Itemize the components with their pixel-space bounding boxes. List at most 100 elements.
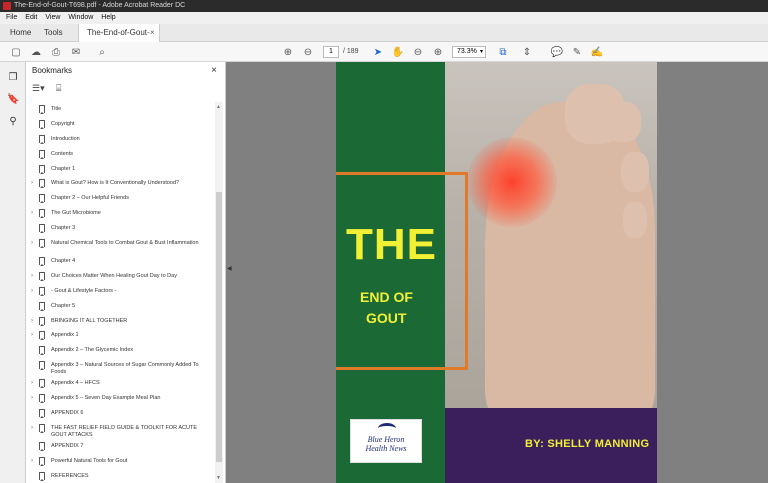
- bookmark-icon: [39, 239, 45, 249]
- zoom-level-select[interactable]: 73.3%: [452, 46, 486, 58]
- comment-icon[interactable]: 💬: [550, 45, 564, 59]
- bookmark-label: Title: [51, 106, 62, 112]
- search-icon[interactable]: ⌕: [95, 45, 109, 59]
- bookmark-icon[interactable]: 🔖: [7, 94, 19, 106]
- acrobat-app-icon: [3, 2, 11, 10]
- bookmark-item[interactable]: › BRINGING IT ALL TOGETHER: [26, 314, 214, 329]
- expand-chevron-icon[interactable]: ›: [31, 240, 33, 247]
- close-tab-icon[interactable]: ×: [150, 24, 155, 42]
- tab-home[interactable]: Home: [10, 24, 31, 42]
- pdf-cover-page: THE END OF GOUT BY: SHELLY MANNING Blue …: [336, 62, 657, 483]
- expand-chevron-icon[interactable]: ›: [31, 318, 33, 325]
- find-bookmark-icon[interactable]: ⌸: [56, 83, 61, 94]
- navigation-pane-icons: ❐ 🔖 ⚲: [0, 62, 26, 483]
- bookmark-item[interactable]: › Appendix 4 – HFCS: [26, 376, 214, 391]
- bookmark-icon: [39, 456, 45, 466]
- select-cursor-icon[interactable]: ➤: [371, 45, 385, 59]
- expand-chevron-icon[interactable]: ›: [31, 210, 33, 217]
- bookmark-item[interactable]: Title: [26, 102, 214, 117]
- bookmark-item[interactable]: Chapter 1: [26, 162, 214, 177]
- expand-chevron-icon[interactable]: ›: [31, 180, 33, 187]
- print-icon[interactable]: ⎙: [49, 45, 63, 59]
- scroll-mode-icon[interactable]: ⇕: [520, 45, 534, 59]
- bookmark-icon: [39, 379, 45, 389]
- bookmark-item[interactable]: APPENDIX 7: [26, 439, 214, 454]
- attachment-icon[interactable]: ⚲: [7, 116, 19, 128]
- expand-chevron-icon[interactable]: ›: [31, 395, 33, 402]
- bookmark-item[interactable]: › - Gout & Lifestyle Factors -: [26, 284, 214, 299]
- bookmark-scrollbar[interactable]: ▲ ▼: [215, 102, 223, 483]
- sign-icon[interactable]: ✍: [590, 45, 604, 59]
- bookmark-item[interactable]: › Our Choices Matter When Healing Gout Da…: [26, 269, 214, 284]
- bookmark-icon: [39, 105, 45, 114]
- toe-shape: [605, 102, 641, 142]
- page-down-icon[interactable]: ⊖: [301, 45, 315, 59]
- fit-page-icon[interactable]: ⧉: [496, 45, 510, 59]
- bookmark-item[interactable]: Appendix 2 – The Glycemic Index: [26, 343, 214, 358]
- page-number-input[interactable]: 1: [323, 46, 339, 58]
- bookmark-item[interactable]: Introduction: [26, 132, 214, 147]
- cover-title-gout: GOUT: [366, 310, 407, 326]
- bookmark-item[interactable]: Contents: [26, 147, 214, 162]
- expand-chevron-icon[interactable]: ›: [31, 425, 33, 432]
- scrollbar-thumb[interactable]: [216, 192, 222, 462]
- bookmark-item[interactable]: › What is Gout? How is It Conventionally …: [26, 176, 214, 191]
- bookmark-label: Appendix 1: [51, 332, 79, 339]
- menu-view[interactable]: View: [45, 12, 60, 24]
- expand-chevron-icon[interactable]: ›: [31, 380, 33, 387]
- bookmark-item[interactable]: › Appendix 1: [26, 328, 214, 343]
- bookmark-label: What is Gout? How is It Conventionally U…: [51, 180, 180, 187]
- menu-file[interactable]: File: [6, 12, 17, 24]
- bookmark-item[interactable]: REFERENCES: [26, 469, 214, 483]
- bookmark-item[interactable]: APPENDIX 6: [26, 406, 214, 421]
- bookmark-icon: [39, 149, 45, 159]
- bookmark-label: THE FAST RELIEF FIELD GUIDE & TOOLKIT FO…: [51, 424, 197, 438]
- zoom-in-icon[interactable]: ⊕: [431, 45, 445, 59]
- collapse-pane-icon[interactable]: ◀: [227, 265, 232, 272]
- expand-chevron-icon[interactable]: ›: [31, 273, 33, 280]
- bookmark-icon: [39, 409, 45, 419]
- logo-line-1: Blue Heron: [367, 435, 405, 444]
- bookmark-item[interactable]: › Powerful Natural Tools for Gout: [26, 454, 214, 469]
- page-up-icon[interactable]: ⊕: [281, 45, 295, 59]
- bookmark-label: REFERENCES: [51, 472, 89, 479]
- upload-icon[interactable]: ☁: [29, 45, 43, 59]
- expand-chevron-icon[interactable]: ›: [31, 332, 33, 339]
- bookmark-item[interactable]: › THE FAST RELIEF FIELD GUIDE & TOOLKIT F…: [26, 421, 214, 439]
- save-icon[interactable]: ▢: [9, 45, 23, 59]
- bookmark-list: Title Copyright Introduction Contents Chapte…: [26, 102, 214, 483]
- bookmark-options-icon[interactable]: ☰▾: [32, 83, 45, 94]
- cover-author: BY: SHELLY MANNING: [525, 438, 650, 450]
- cover-purple-band: BY: SHELLY MANNING: [445, 408, 657, 483]
- page-thumbnails-icon[interactable]: ❐: [7, 72, 19, 84]
- hand-icon[interactable]: ✋: [391, 45, 405, 59]
- bookmark-item[interactable]: Chapter 2 – Our Helpful Friends: [26, 191, 214, 206]
- expand-chevron-icon[interactable]: ›: [31, 288, 33, 295]
- tab-tools[interactable]: Tools: [44, 24, 63, 42]
- expand-chevron-icon[interactable]: ›: [31, 458, 33, 465]
- bookmark-item[interactable]: Chapter 5: [26, 299, 214, 314]
- menu-edit[interactable]: Edit: [25, 12, 37, 24]
- highlight-pen-icon[interactable]: ✎: [570, 45, 584, 59]
- email-icon[interactable]: ✉: [69, 45, 83, 59]
- menu-window[interactable]: Window: [68, 12, 93, 24]
- bookmark-icon: [39, 271, 45, 281]
- bookmark-icon: [39, 286, 45, 296]
- tab-document[interactable]: The-End-of-Gout-7...: [78, 24, 160, 55]
- menu-help[interactable]: Help: [101, 12, 115, 24]
- bookmark-item[interactable]: › Appendix 5 – Seven Day Example Meal Pla…: [26, 391, 214, 406]
- bookmark-icon: [39, 316, 45, 326]
- bookmark-item[interactable]: › Natural Chemical Tools to Combat Gout &…: [26, 236, 214, 254]
- zoom-out-icon[interactable]: ⊖: [411, 45, 425, 59]
- bookmarks-title: Bookmarks: [32, 66, 73, 75]
- bookmark-item[interactable]: › The Gut Microbiome: [26, 206, 214, 221]
- bookmark-icon: [39, 301, 45, 311]
- bookmark-item[interactable]: Chapter 3: [26, 221, 214, 236]
- bookmark-item[interactable]: Appendix 3 – Natural Sources of Sugar Co…: [26, 358, 214, 376]
- close-panel-icon[interactable]: ×: [211, 62, 217, 80]
- bookmark-item[interactable]: Chapter 4: [26, 254, 214, 269]
- scroll-down-icon[interactable]: ▼: [216, 475, 221, 481]
- bookmark-icon: [39, 209, 45, 219]
- scroll-up-icon[interactable]: ▲: [216, 104, 221, 110]
- bookmark-item[interactable]: Copyright: [26, 117, 214, 132]
